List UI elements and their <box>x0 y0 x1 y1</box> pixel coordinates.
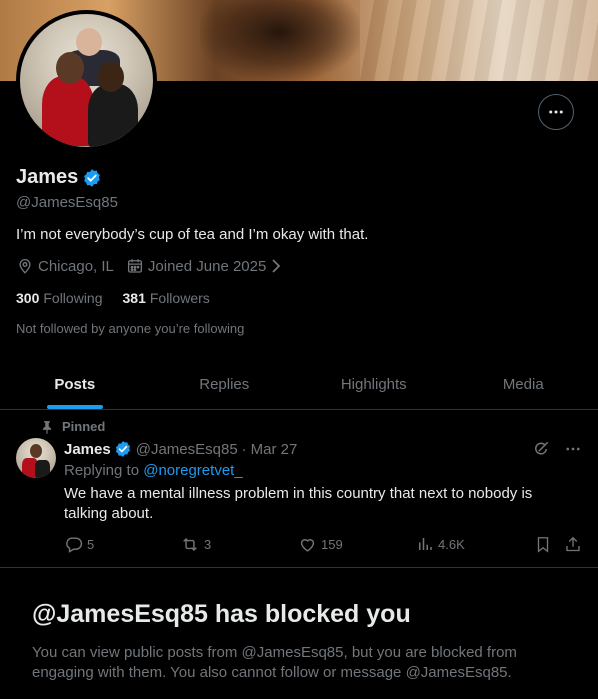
followers-count: 381 <box>122 290 146 306</box>
bookmark-button[interactable] <box>534 535 556 554</box>
like-count: 159 <box>321 537 343 552</box>
reply-count: 5 <box>87 537 95 552</box>
post-author-name[interactable]: James <box>64 441 111 458</box>
repost-button[interactable]: 3 <box>180 535 211 554</box>
avatar-figure <box>56 52 84 84</box>
like-button[interactable]: 159 <box>298 535 343 554</box>
post-text: We have a mental illness problem in this… <box>64 485 533 522</box>
bookmark-icon <box>534 535 556 554</box>
profile-name-row: James <box>16 166 102 189</box>
chevron-right-icon <box>270 258 286 274</box>
profile-name: James <box>16 166 79 188</box>
banner-figure <box>200 0 360 81</box>
reply-icon <box>64 535 87 554</box>
profile-location: Chicago, IL <box>16 257 114 275</box>
tab-highlights[interactable]: Highlights <box>299 360 449 409</box>
share-icon <box>564 535 586 554</box>
post-date[interactable]: Mar 27 <box>251 441 298 458</box>
grok-icon[interactable] <box>532 440 550 458</box>
tab-label: Media <box>502 376 544 393</box>
tab-label: Replies <box>199 376 250 393</box>
not-followed-text: Not followed by anyone you’re following <box>16 321 245 336</box>
calendar-icon <box>126 257 148 275</box>
post-action-bar: 5 3 159 4.6K <box>64 535 584 555</box>
replying-prefix: Replying to <box>64 462 140 479</box>
blocked-title: @JamesEsq85 has blocked you <box>32 600 411 628</box>
following-count: 300 <box>16 290 40 306</box>
pinned-indicator: Pinned <box>40 419 105 434</box>
following-link[interactable]: 300 Following <box>16 290 103 306</box>
blocked-description: You can view public posts from @JamesEsq… <box>32 644 517 681</box>
views-count: 4.6K <box>438 536 465 552</box>
avatar-figure <box>76 28 102 56</box>
verified-badge-icon <box>114 440 132 458</box>
post-author-handle[interactable]: @JamesEsq85 <box>136 441 238 458</box>
joined-text: Joined June 2025 <box>147 257 267 275</box>
location-icon <box>16 257 38 275</box>
separator-dot: · <box>241 440 247 458</box>
post-header: James @JamesEsq85 · Mar 27 <box>64 440 297 458</box>
location-text: Chicago, IL <box>38 257 114 275</box>
repost-icon <box>180 535 204 554</box>
avatar-figure <box>35 460 50 478</box>
pin-icon <box>40 420 62 434</box>
profile-more-button[interactable] <box>538 94 574 130</box>
pinned-post[interactable]: Pinned James @JamesEsq85 · Mar 27 Replyi… <box>0 410 598 568</box>
views-button[interactable]: 4.6K <box>416 535 465 553</box>
replying-to: Replying to @noregretvet_ <box>64 462 243 479</box>
tab-media[interactable]: Media <box>449 360 598 409</box>
post-avatar[interactable] <box>16 438 56 478</box>
profile-tabs: Posts Replies Highlights Media <box>0 360 598 410</box>
profile-joined[interactable]: Joined June 2025 <box>126 257 286 275</box>
share-button[interactable] <box>564 535 586 554</box>
blocked-notice: @JamesEsq85 has blocked you You can view… <box>32 600 572 683</box>
tab-replies[interactable]: Replies <box>150 360 300 409</box>
pinned-label: Pinned <box>62 419 106 434</box>
avatar-figure <box>98 62 124 92</box>
avatar-figure <box>42 76 94 146</box>
active-tab-indicator <box>46 405 103 409</box>
post-top-actions <box>518 440 582 458</box>
profile-meta: Chicago, IL Joined June 2025 <box>16 257 298 275</box>
repost-count: 3 <box>204 537 212 552</box>
more-icon <box>547 103 565 121</box>
tab-label: Posts <box>54 376 96 393</box>
reply-button[interactable]: 5 <box>64 535 94 554</box>
profile-handle: @JamesEsq85 <box>16 194 118 211</box>
profile-bio: I’m not everybody’s cup of tea and I’m o… <box>16 226 369 243</box>
profile-avatar[interactable] <box>16 10 157 151</box>
views-icon <box>416 535 438 553</box>
avatar-figure <box>88 84 138 147</box>
more-icon[interactable] <box>564 440 582 458</box>
followers-link[interactable]: 381 Followers <box>123 290 210 306</box>
tab-label: Highlights <box>340 376 407 393</box>
like-icon <box>298 535 321 554</box>
replying-mention-link[interactable]: @noregretvet_ <box>143 462 242 479</box>
banner-texture <box>360 0 598 81</box>
followers-label: Followers <box>149 290 210 306</box>
tab-posts[interactable]: Posts <box>0 360 150 409</box>
follow-stats: 300 Following 381 Followers <box>16 290 230 306</box>
avatar-figure <box>30 444 42 458</box>
following-label: Following <box>43 290 103 306</box>
verified-badge-icon[interactable] <box>82 168 102 188</box>
